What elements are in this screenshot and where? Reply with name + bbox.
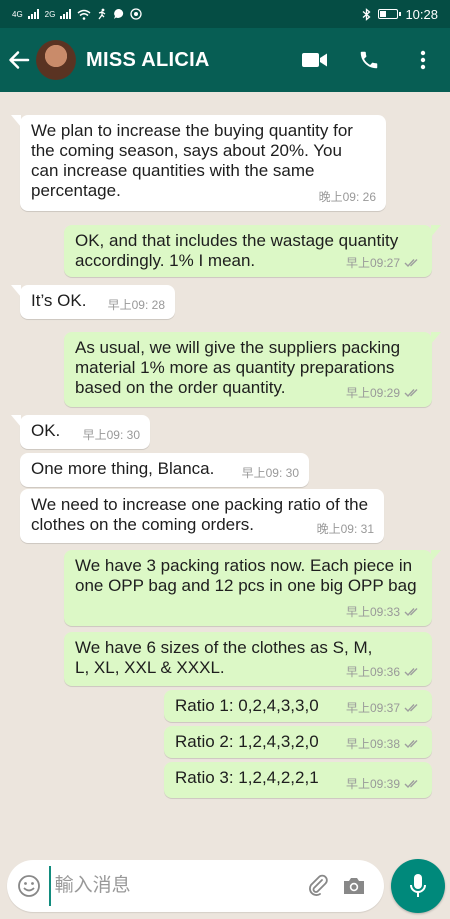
avatar[interactable] <box>36 40 76 80</box>
message-text: We plan to increase the buying quantity … <box>31 121 353 200</box>
status-bar: 4G 2G 10:28 <box>0 0 450 28</box>
message-incoming[interactable]: We need to increase one packing ratio of… <box>20 489 384 543</box>
message-meta: 早上09:38 <box>346 734 422 754</box>
read-ticks-icon <box>404 389 418 398</box>
message-time: 晚上09: 26 <box>318 190 376 204</box>
message-outgoing[interactable]: We have 6 sizes of the clothes as S, M, … <box>64 632 432 686</box>
status-right: 10:28 <box>362 7 438 22</box>
message-time: 早上09: 30 <box>82 428 140 442</box>
message-time: 晚上09: 31 <box>316 522 374 536</box>
video-call-button[interactable] <box>288 28 342 92</box>
signal-4g-indicator: 4G <box>12 9 23 19</box>
message-incoming[interactable]: It’s OK. 早上09: 28 <box>11 285 175 319</box>
message-meta: 早上09: 28 <box>108 295 165 315</box>
message-outgoing[interactable]: OK, and that includes the wastage quanti… <box>64 225 441 277</box>
emoji-icon <box>17 875 40 897</box>
message-meta: 早上09:37 <box>346 698 422 718</box>
message-meta: 早上09:33 <box>346 602 422 622</box>
message-time: 早上09:37 <box>345 701 400 715</box>
message-time: 早上09: 28 <box>107 298 165 312</box>
read-ticks-icon <box>404 259 418 268</box>
attach-icon <box>308 874 328 896</box>
read-ticks-icon <box>404 608 418 617</box>
read-ticks-icon <box>404 780 418 789</box>
phone-icon <box>360 51 378 69</box>
status-time: 10:28 <box>405 6 438 22</box>
message-outgoing[interactable]: As usual, we will give the suppliers pac… <box>64 332 441 407</box>
camera-button[interactable] <box>336 860 372 912</box>
message-time: 早上09: 30 <box>241 466 299 480</box>
message-meta: 早上09: 30 <box>242 463 299 483</box>
emoji-button[interactable] <box>9 860 49 912</box>
signal-2g-indicator: 2G <box>44 9 56 19</box>
wifi-icon <box>77 9 91 20</box>
message-outgoing[interactable]: Ratio 3: 1,2,4,2,2,1 早上09:39 <box>164 762 432 798</box>
attach-button[interactable] <box>300 860 336 912</box>
message-time: 早上09:33 <box>345 605 400 619</box>
message-time: 早上09:36 <box>345 665 400 679</box>
message-composer <box>7 860 384 912</box>
voice-message-button[interactable] <box>391 859 445 913</box>
message-incoming[interactable]: OK. 早上09: 30 <box>11 415 150 449</box>
contact-name[interactable]: MISS ALICIA <box>86 49 210 72</box>
more-vert-icon <box>420 50 426 70</box>
message-time: 早上09:38 <box>345 737 400 751</box>
read-ticks-icon <box>404 740 418 749</box>
message-input[interactable] <box>48 866 300 906</box>
signal-bars-icon <box>27 9 39 19</box>
back-arrow-icon <box>9 51 30 69</box>
back-button[interactable] <box>2 28 36 92</box>
message-time: 早上09:39 <box>345 777 400 791</box>
message-outgoing[interactable]: Ratio 1: 0,2,4,3,3,0 早上09:37 <box>164 690 432 722</box>
voice-call-button[interactable] <box>342 28 396 92</box>
message-meta: 晚上09: 31 <box>317 519 374 539</box>
message-time: 早上09:27 <box>345 256 400 270</box>
chat-notification-icon <box>114 9 124 19</box>
message-time: 早上09:29 <box>345 386 400 400</box>
camera-icon <box>343 878 364 894</box>
header-actions <box>288 28 450 92</box>
message-outgoing[interactable]: Ratio 2: 1,2,4,3,2,0 早上09:38 <box>164 726 432 758</box>
running-icon <box>98 8 106 20</box>
message-meta: 早上09: 30 <box>83 425 140 445</box>
video-call-icon <box>302 53 327 67</box>
status-left: 4G 2G <box>12 8 142 20</box>
signal-bars-icon <box>60 9 72 19</box>
chat-area[interactable]: We plan to increase the buying quantity … <box>0 92 450 852</box>
message-meta: 早上09:27 <box>346 253 422 273</box>
mic-icon <box>410 874 426 897</box>
message-meta: 早上09:29 <box>346 383 422 403</box>
message-text: We have 6 sizes of the clothes as S, M, … <box>75 638 373 677</box>
message-text: We have 3 packing ratios now. Each piece… <box>75 556 417 595</box>
message-outgoing[interactable]: We have 3 packing ratios now. Each piece… <box>64 550 441 626</box>
message-incoming[interactable]: One more thing, Blanca. 早上09: 30 <box>20 453 309 487</box>
bluetooth-icon <box>363 7 371 21</box>
read-ticks-icon <box>404 668 418 677</box>
chat-header: MISS ALICIA <box>0 28 450 92</box>
read-ticks-icon <box>404 704 418 713</box>
message-meta: 早上09:36 <box>346 662 422 682</box>
more-options-button[interactable] <box>396 28 450 92</box>
whatsapp-notification-icon <box>130 8 142 20</box>
message-incoming[interactable]: We plan to increase the buying quantity … <box>11 115 386 211</box>
message-meta: 晚上09: 26 <box>319 187 376 207</box>
message-meta: 早上09:39 <box>346 774 422 794</box>
battery-icon <box>378 9 402 19</box>
